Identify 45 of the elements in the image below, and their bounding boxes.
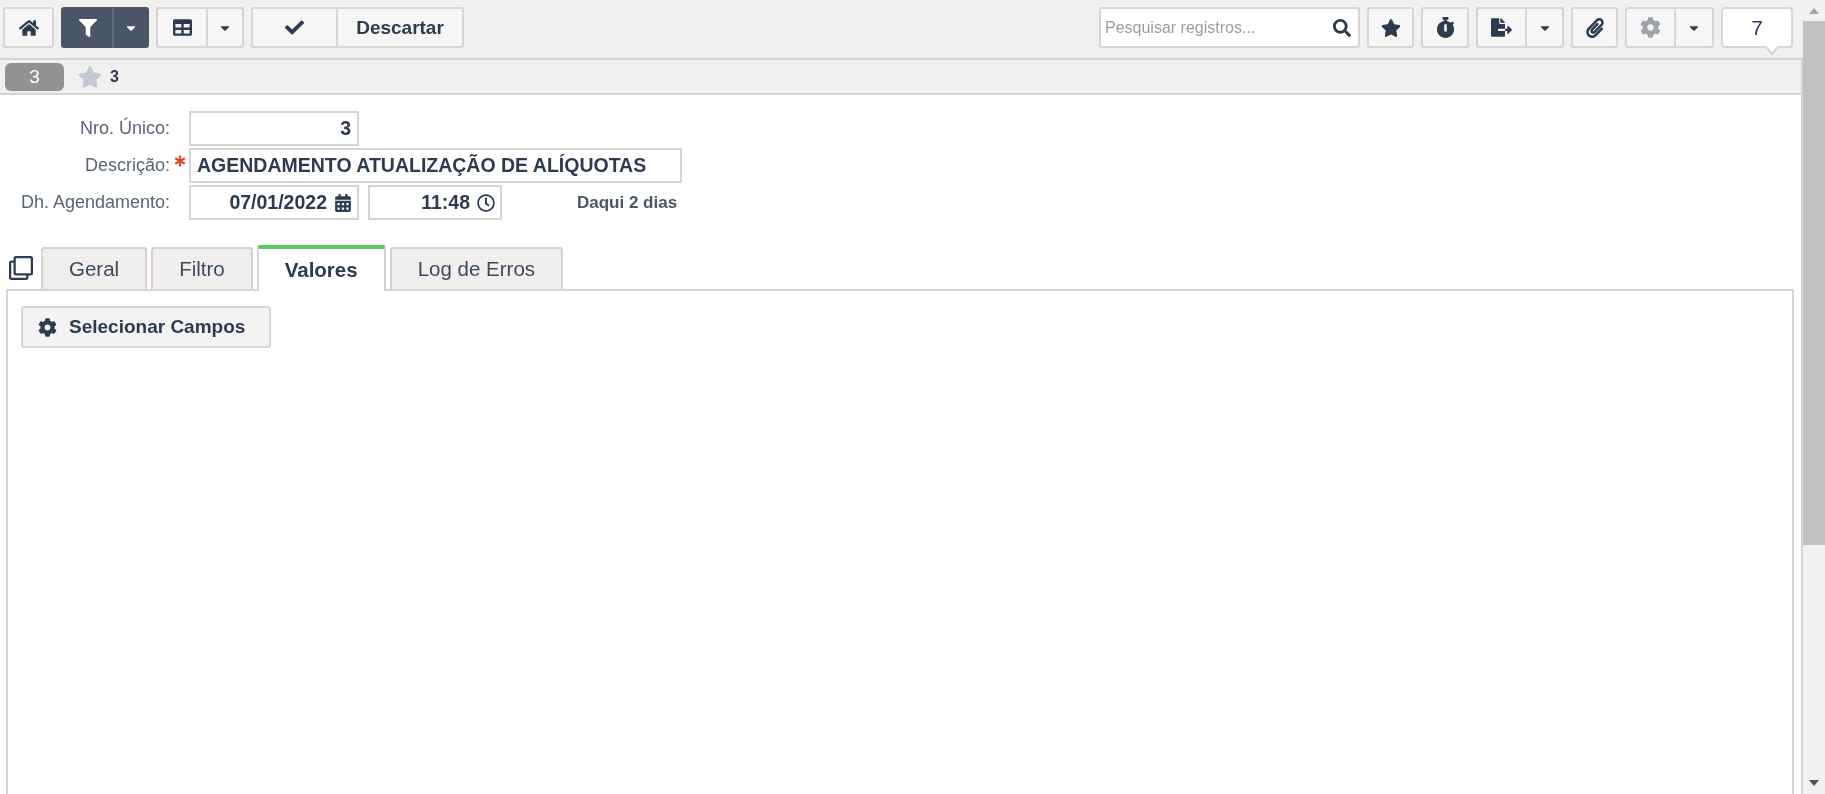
relative-date-hint: Daqui 2 dias (577, 192, 678, 213)
table-icon (172, 18, 192, 37)
stopwatch-icon (1434, 17, 1456, 38)
clock-icon[interactable] (477, 193, 495, 212)
filter-button[interactable] (61, 7, 113, 48)
timer-button[interactable] (1421, 7, 1469, 48)
star-icon[interactable] (78, 64, 102, 89)
number-field[interactable]: 3 (189, 111, 359, 146)
search-field[interactable]: Pesquisar registros... (1099, 7, 1360, 48)
select-fields-button[interactable]: Selecionar Campos (21, 306, 272, 348)
scroll-down-icon[interactable] (1809, 780, 1819, 786)
calendar-icon[interactable] (334, 193, 352, 212)
date-field[interactable]: 07/01/2022 (189, 185, 359, 220)
paperclip-icon (1584, 17, 1605, 38)
tab[interactable]: Valores (256, 245, 386, 291)
home-icon (18, 17, 39, 38)
time-field[interactable]: 11:48 (368, 185, 502, 220)
favorite-count: 3 (110, 67, 119, 86)
field-label: Nro. Único: (79, 118, 170, 139)
filter-dropdown-button[interactable] (113, 7, 149, 48)
field-label: Descrição: (84, 155, 170, 176)
filter-icon (78, 18, 97, 37)
record-counter: 7 (1721, 7, 1793, 56)
tab[interactable]: Geral (41, 247, 148, 289)
discard-button[interactable]: Descartar (337, 7, 464, 48)
grid-view-button[interactable] (156, 7, 207, 48)
search-icon[interactable] (1333, 18, 1351, 37)
favorite-button[interactable] (1367, 7, 1414, 48)
tab[interactable]: Log de Erros (389, 247, 564, 289)
export-button[interactable] (1476, 7, 1526, 48)
confirm-button[interactable] (251, 7, 337, 48)
attach-button[interactable] (1571, 7, 1618, 48)
tab[interactable]: Filtro (151, 247, 253, 289)
file-export-icon (1491, 17, 1512, 38)
home-button[interactable] (3, 7, 54, 48)
star-icon (1380, 17, 1401, 38)
text-field[interactable]: AGENDAMENTO ATUALIZAÇÃO DE ALÍQUOTAS (189, 148, 682, 183)
gear-icon (38, 317, 57, 337)
record-badge: 3 (5, 62, 64, 91)
settings-icon (1640, 17, 1661, 38)
scrollbar-thumb[interactable] (1803, 21, 1825, 545)
copy-icon[interactable] (9, 256, 33, 280)
scrollbar[interactable] (1803, 0, 1825, 794)
field-label: Dh. Agendamento: (20, 192, 170, 213)
check-icon (285, 18, 304, 37)
